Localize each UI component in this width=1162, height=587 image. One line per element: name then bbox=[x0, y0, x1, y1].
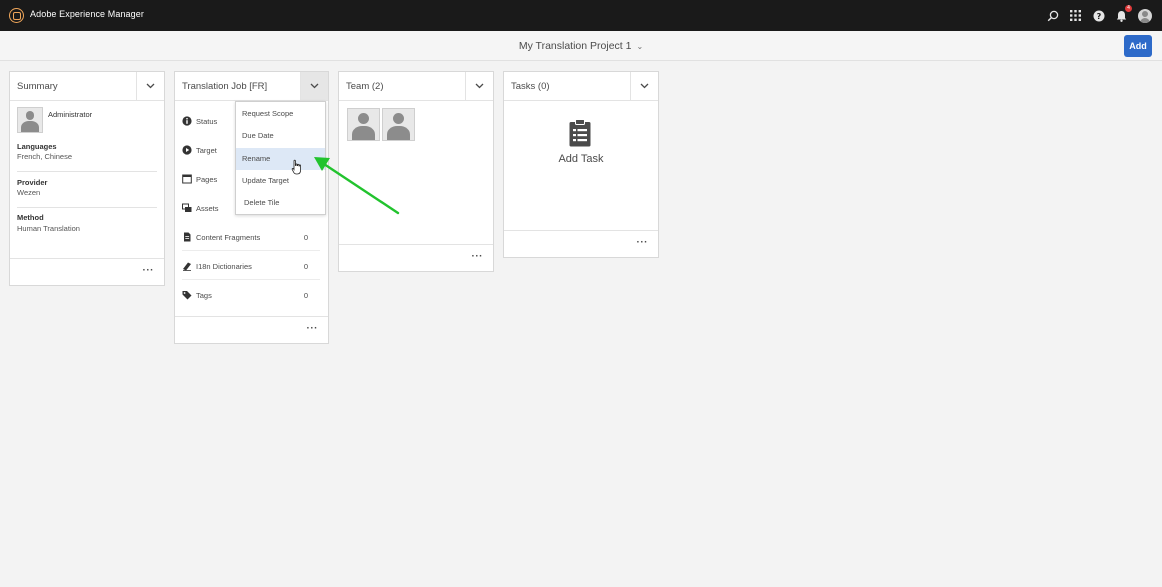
divider bbox=[17, 171, 157, 172]
project-title-text: My Translation Project 1 bbox=[518, 40, 632, 52]
chevron-down-icon bbox=[475, 83, 484, 89]
card-menu-toggle[interactable] bbox=[300, 72, 328, 100]
add-button[interactable]: Add bbox=[1124, 35, 1152, 57]
job-row-label: Target bbox=[196, 146, 217, 155]
summary-card: Summary Administrator Languages French, … bbox=[9, 71, 165, 286]
provider-value: Wezen bbox=[17, 188, 41, 197]
card-header: Team (2) bbox=[339, 72, 493, 101]
menu-item-due-date[interactable]: Due Date bbox=[236, 125, 325, 147]
job-row-count: 0 bbox=[303, 262, 308, 271]
card-header: Summary bbox=[10, 72, 164, 101]
more-actions-icon[interactable]: ··· bbox=[143, 266, 155, 276]
menu-item-request-scope[interactable]: Request Scope bbox=[236, 103, 325, 125]
menu-item-update-target[interactable]: Update Target bbox=[236, 170, 325, 192]
more-actions-icon[interactable]: ··· bbox=[472, 252, 484, 262]
dictionary-icon bbox=[183, 262, 191, 271]
card-header: Tasks (0) bbox=[504, 72, 658, 101]
clipboard-task-icon[interactable] bbox=[569, 119, 591, 147]
project-title[interactable]: My Translation Project 1 ⌄ bbox=[0, 40, 1162, 52]
method-value: Human Translation bbox=[17, 224, 80, 233]
assets-icon bbox=[182, 203, 192, 212]
card-footer: ··· bbox=[10, 258, 164, 285]
app-title[interactable]: Adobe Experience Manager bbox=[30, 9, 144, 19]
chevron-down-icon bbox=[310, 83, 319, 89]
translation-job-menu: Request Scope Due Date Rename Update Tar… bbox=[235, 101, 326, 215]
card-title: Team (2) bbox=[346, 81, 384, 92]
summary-user-name: Administrator bbox=[48, 110, 93, 119]
menu-item-rename[interactable]: Rename bbox=[236, 148, 325, 170]
add-task-label[interactable]: Add Task bbox=[504, 153, 658, 165]
chevron-down-icon bbox=[146, 83, 155, 89]
tag-icon bbox=[182, 291, 192, 300]
card-menu-toggle[interactable] bbox=[136, 72, 164, 100]
search-icon[interactable] bbox=[1045, 8, 1060, 23]
job-row-count: 0 bbox=[303, 233, 308, 242]
team-member-avatar-icon[interactable] bbox=[347, 108, 380, 141]
card-menu-toggle[interactable] bbox=[630, 72, 658, 100]
apps-grid-icon[interactable] bbox=[1068, 8, 1083, 23]
job-row-content-fragments[interactable]: Content Fragments 0 bbox=[182, 222, 320, 251]
shell-bar: Adobe Experience Manager ? 4 bbox=[0, 0, 1162, 31]
more-actions-icon[interactable]: ··· bbox=[307, 324, 319, 334]
more-actions-icon[interactable]: ··· bbox=[637, 238, 649, 248]
job-row-label: Status bbox=[196, 117, 218, 126]
user-avatar-icon bbox=[17, 107, 43, 133]
help-icon[interactable]: ? bbox=[1091, 8, 1106, 23]
notification-count-badge: 4 bbox=[1125, 5, 1132, 12]
action-bar: My Translation Project 1 ⌄ bbox=[0, 31, 1162, 61]
job-row-i18n-dictionaries[interactable]: I18n Dictionaries 0 bbox=[182, 251, 320, 280]
user-avatar[interactable] bbox=[1137, 8, 1152, 23]
aem-logo-icon[interactable] bbox=[9, 8, 24, 23]
pages-icon bbox=[182, 174, 192, 184]
job-row-label: I18n Dictionaries bbox=[196, 262, 252, 271]
chevron-down-icon: ⌄ bbox=[636, 42, 644, 51]
avatar-icon bbox=[1137, 8, 1152, 23]
job-row-count: 0 bbox=[303, 291, 308, 300]
team-member-avatar-icon[interactable] bbox=[382, 108, 415, 141]
tasks-card: Tasks (0) Add Task ··· bbox=[503, 71, 659, 258]
card-header: Translation Job [FR] bbox=[175, 72, 328, 101]
menu-item-delete-tile[interactable]: Delete Tile bbox=[236, 192, 325, 214]
divider bbox=[17, 207, 157, 208]
chevron-down-icon bbox=[640, 83, 649, 89]
card-title: Translation Job [FR] bbox=[182, 81, 268, 92]
card-footer: ··· bbox=[175, 316, 328, 343]
card-title: Summary bbox=[17, 81, 58, 92]
card-footer: ··· bbox=[339, 244, 493, 271]
languages-value: French, Chinese bbox=[17, 152, 73, 161]
info-icon bbox=[182, 116, 192, 126]
job-row-tags[interactable]: Tags 0 bbox=[182, 280, 320, 309]
languages-label: Languages bbox=[17, 142, 57, 151]
play-circle-icon bbox=[182, 145, 192, 155]
job-row-label: Pages bbox=[196, 175, 218, 184]
provider-label: Provider bbox=[17, 178, 48, 187]
document-icon bbox=[184, 232, 191, 242]
job-row-label: Content Fragments bbox=[196, 233, 261, 242]
card-title: Tasks (0) bbox=[511, 81, 550, 92]
method-label: Method bbox=[17, 213, 44, 222]
job-row-label: Tags bbox=[196, 291, 212, 300]
card-menu-toggle[interactable] bbox=[465, 72, 493, 100]
svg-text:?: ? bbox=[1096, 12, 1101, 21]
team-card: Team (2) ··· bbox=[338, 71, 494, 272]
job-row-label: Assets bbox=[196, 204, 219, 213]
card-footer: ··· bbox=[504, 230, 658, 257]
bell-icon[interactable]: 4 bbox=[1114, 5, 1132, 23]
